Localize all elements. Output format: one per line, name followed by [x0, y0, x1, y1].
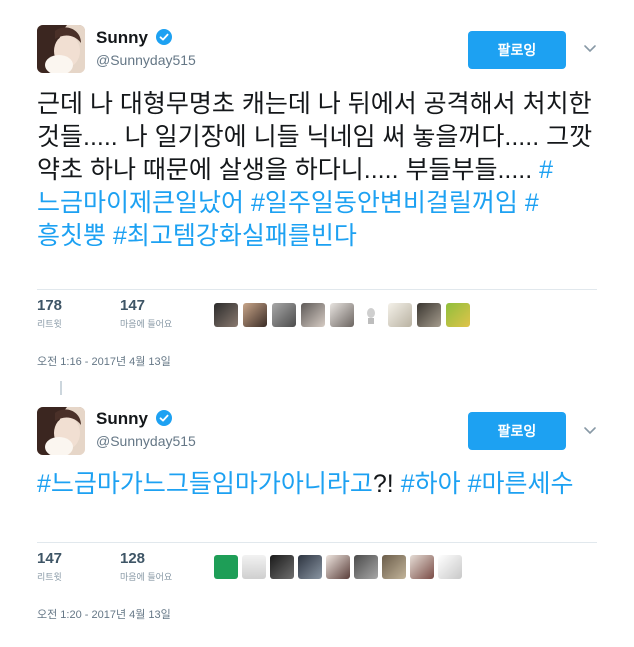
liker-avatar[interactable]	[438, 555, 462, 579]
liker-avatar[interactable]	[330, 303, 354, 327]
retweet-label: 리트윗	[37, 319, 62, 329]
liker-avatar[interactable]	[382, 555, 406, 579]
tweet-1: Sunny @Sunnyday515 팔로잉 근데 나 대형무명초 캐는데 나 …	[0, 0, 634, 375]
chevron-down-icon[interactable]	[582, 422, 598, 438]
chevron-down-icon[interactable]	[582, 40, 598, 56]
divider	[37, 542, 597, 543]
tweet-body: ?!	[372, 470, 401, 498]
tweet-body: 근데 나 대형무명초 캐는데 나 뒤에서 공격해서 처치한 것들..... 나 …	[37, 90, 593, 184]
liker-avatar[interactable]	[354, 555, 378, 579]
retweet-count: 178	[37, 297, 63, 314]
liker-avatar[interactable]	[359, 303, 383, 327]
liker-avatar[interactable]	[214, 303, 238, 327]
like-count: 147	[120, 297, 146, 314]
tweet-2: Sunny @Sunnyday515 팔로잉 #느금마가느그들임마가아니라고?!…	[0, 395, 634, 635]
liker-avatar[interactable]	[326, 555, 350, 579]
liker-avatar[interactable]	[446, 303, 470, 327]
retweet-stat[interactable]: 178 리트윗	[37, 297, 62, 330]
following-button[interactable]: 팔로잉	[468, 31, 566, 69]
verified-badge-icon	[155, 29, 172, 45]
liker-avatar[interactable]	[214, 555, 238, 579]
liker-avatar[interactable]	[272, 303, 296, 327]
liker-avatars	[214, 303, 470, 327]
hashtag-link[interactable]: #하아	[401, 470, 461, 498]
divider	[37, 289, 597, 290]
like-stat[interactable]: 128 마음에 들어요	[120, 550, 172, 583]
hashtag-link[interactable]: #일주일동안변비걸릴꺼임	[251, 189, 518, 217]
tweet-body	[461, 470, 468, 498]
liker-avatar[interactable]	[301, 303, 325, 327]
liker-avatar[interactable]	[243, 303, 267, 327]
like-label: 마음에 들어요	[120, 572, 173, 582]
retweet-stat[interactable]: 147 리트윗	[37, 550, 62, 583]
liker-avatar[interactable]	[298, 555, 322, 579]
user-handle[interactable]: @Sunnyday515	[96, 433, 196, 449]
tweet-text: 근데 나 대형무명초 캐는데 나 뒤에서 공격해서 처치한 것들..... 나 …	[37, 88, 597, 253]
tweet-text: #느금마가느그들임마가아니라고?! #하아 #마른세수	[37, 468, 597, 501]
liker-avatars	[214, 555, 462, 579]
user-name-text[interactable]: Sunny	[96, 28, 148, 47]
tweet-timestamp[interactable]: 오전 1:16 - 2017년 4월 13일	[37, 353, 171, 369]
hashtag-link[interactable]: #마른세수	[468, 470, 574, 498]
liker-avatar[interactable]	[388, 303, 412, 327]
user-name[interactable]: Sunny	[96, 28, 172, 48]
liker-avatar[interactable]	[410, 555, 434, 579]
like-label: 마음에 들어요	[120, 319, 173, 329]
liker-avatar[interactable]	[417, 303, 441, 327]
like-stat[interactable]: 147 마음에 들어요	[120, 297, 172, 330]
user-name-text[interactable]: Sunny	[96, 409, 148, 428]
thread-connector	[60, 381, 62, 395]
following-button[interactable]: 팔로잉	[468, 412, 566, 450]
hashtag-link[interactable]: #최고템강화실패를빈다	[113, 222, 357, 250]
retweet-count: 147	[37, 550, 63, 567]
retweet-label: 리트윗	[37, 572, 62, 582]
avatar[interactable]	[37, 407, 85, 455]
liker-avatar[interactable]	[270, 555, 294, 579]
hashtag-link[interactable]: #느금마가느그들임마가아니라고	[37, 470, 373, 498]
like-count: 128	[120, 550, 146, 567]
egg-icon	[367, 308, 375, 324]
avatar[interactable]	[37, 25, 85, 73]
verified-badge-icon	[155, 410, 172, 426]
user-handle[interactable]: @Sunnyday515	[96, 52, 196, 68]
liker-avatar[interactable]	[242, 555, 266, 579]
tweet-timestamp[interactable]: 오전 1:20 - 2017년 4월 13일	[37, 606, 171, 622]
user-name[interactable]: Sunny	[96, 409, 172, 429]
